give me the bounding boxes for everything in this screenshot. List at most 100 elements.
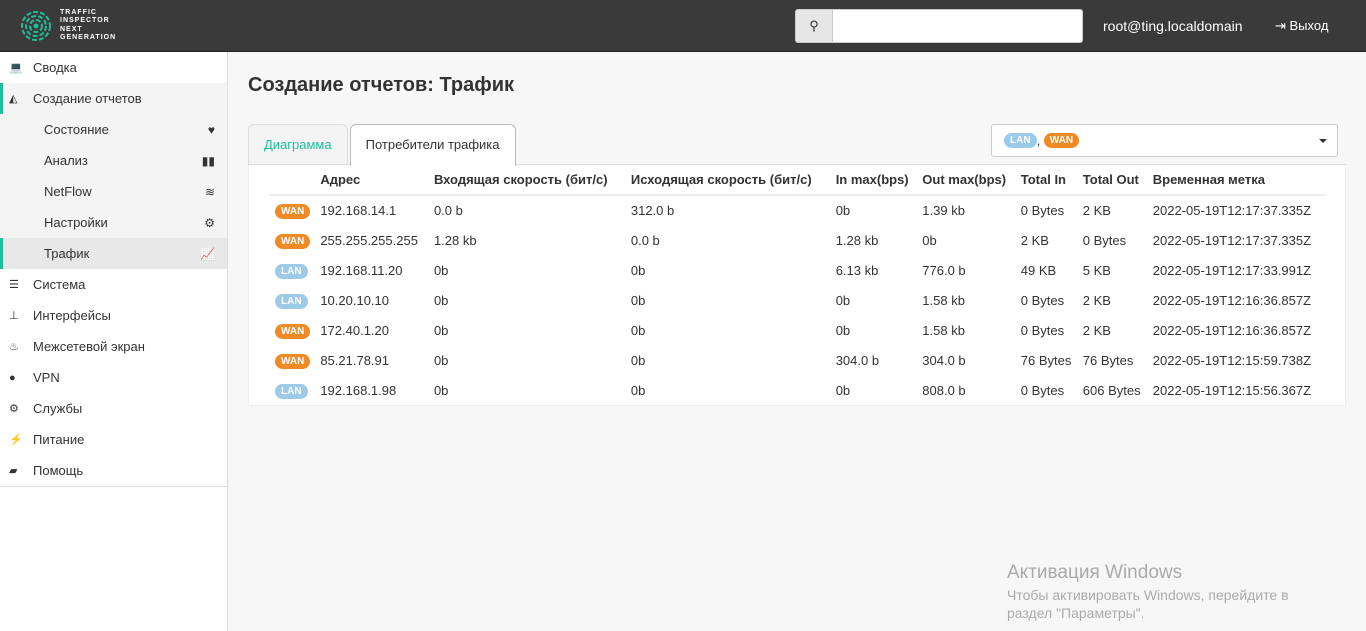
sidebar-item[interactable]: ☰ Система [0, 269, 227, 300]
table-cell: 0b [835, 322, 851, 338]
table-cell: 255.255.255.255 [320, 232, 418, 248]
logout-button[interactable]: ⇥ Выход [1275, 18, 1328, 34]
interface-filter-select[interactable]: LAN, WAN [991, 124, 1338, 157]
sidebar-item-label: Система [33, 277, 86, 292]
sign-out-icon: ⇥ [1275, 18, 1290, 33]
tab-traffic-consumers[interactable]: Потребители трафика [349, 124, 516, 166]
logo-text-line: INSPECTOR [60, 17, 110, 24]
heartbeat-icon: ♥ [207, 122, 215, 137]
interface-badge: WAN [275, 353, 311, 369]
table-cell: 304.0 b [922, 352, 966, 368]
windows-activation-watermark: Активация Windows Чтобы активировать Win… [1007, 562, 1289, 621]
table-cell: 192.168.1.98 [320, 382, 397, 398]
interface-badge: WAN [275, 323, 311, 339]
table-cell: 2022-05-19T12:15:59.738Z [1152, 352, 1312, 368]
sidebar-item[interactable]: Анализ ▮▮ [0, 145, 227, 176]
search-input[interactable] [833, 9, 1083, 43]
rss-icon: ≋ [204, 184, 215, 199]
table-cell: 2022-05-19T12:17:33.991Z [1152, 262, 1312, 278]
table-cell: 0 Bytes [1020, 292, 1065, 308]
tab-diagram[interactable]: Диаграмма [248, 124, 348, 164]
sidebar-item[interactable]: Состояние ♥ [0, 114, 227, 145]
table-cell: 0b [835, 382, 851, 398]
tabs: Диаграмма Потребители трафика LAN, WAN [248, 124, 1346, 166]
server-icon: ☰ [9, 279, 19, 291]
interface-cell: LAN [269, 375, 314, 405]
table-row: WAN 255.255.255.255 1.28 kb 0.0 b 1.28 kb 0b 2… [269, 225, 1327, 255]
search-form: ⚲ [795, 9, 1083, 43]
table-cell: 0b [835, 292, 851, 308]
main-content: Создание отчетов: Трафик Диаграмма Потре… [248, 52, 1346, 406]
table-cell: 85.21.78.91 [320, 352, 390, 368]
sidebar-item-label: Питание [33, 432, 85, 447]
table-row: LAN 192.168.1.98 0b 0b 0b 808.0 b 0 Bytes 606 B… [269, 375, 1327, 405]
table-cell: 0b [433, 352, 449, 368]
globe-icon: ● [9, 371, 16, 384]
sidebar-item[interactable]: 💻 Сводка [0, 52, 227, 83]
table-row: LAN 192.168.11.20 0b 0b 6.13 kb 776.0 b 49 KB 5… [269, 255, 1327, 285]
table-cell: 0b [433, 322, 449, 338]
logo[interactable]: TRAFFIC INSPECTOR NEXT GENERATION [20, 9, 116, 43]
table-cell: 76 Bytes [1020, 352, 1072, 368]
sidebar-item-label: Создание отчетов [33, 91, 142, 106]
table-row: WAN 172.40.1.20 0b 0b 0b 1.58 kb 0 Bytes 2 KB 20… [269, 315, 1327, 345]
watermark-title: Активация Windows [1007, 562, 1183, 583]
table-cell: 1.58 kb [922, 292, 965, 308]
table-cell: 49 KB [1020, 262, 1057, 278]
column-header[interactable]: Входящая скорость (бит/с) [427, 165, 625, 196]
column-header[interactable]: In max(bps) [829, 165, 917, 196]
table-cell: 0 Bytes [1020, 322, 1065, 338]
user-menu[interactable]: root@ting.localdomain [1103, 18, 1243, 34]
lan-tag[interactable]: LAN [1004, 133, 1037, 148]
table-cell: 10.20.10.10 [320, 292, 390, 308]
sidebar-item[interactable]: ⚙ Службы [0, 393, 227, 424]
table-cell: 1.39 kb [922, 203, 965, 218]
table-row: WAN 192.168.14.1 0.0 b 312.0 b 0b 1.39 kb 0 By… [269, 195, 1327, 225]
column-header[interactable]: Out max(bps) [916, 165, 1015, 196]
sidebar-item[interactable]: ▰ Помощь [0, 455, 227, 486]
table-cell: 2 KB [1082, 203, 1111, 218]
column-header[interactable]: Временная метка [1146, 165, 1327, 196]
table-cell: 1.28 kb [433, 232, 477, 248]
sidebar-item[interactable]: ♨ Межсетевой экран [0, 331, 227, 362]
logo-text-line: GENERATION [60, 34, 117, 41]
table-cell: 192.168.11.20 [320, 262, 403, 278]
table-cell: 0 Bytes [1082, 232, 1127, 248]
interface-badge: LAN [275, 263, 308, 279]
column-header[interactable]: Total Out [1076, 165, 1147, 196]
cogs-icon: ⚙ [9, 403, 19, 415]
sidebar-item-label: VPN [33, 370, 60, 385]
column-header[interactable] [269, 165, 315, 196]
interface-cell: WAN [269, 225, 314, 255]
sidebar-item[interactable]: Настройки ⚙ [0, 207, 227, 238]
cog-icon: ⚙ [204, 215, 215, 230]
table-cell: 0b [433, 262, 449, 278]
sidebar-item[interactable]: NetFlow ≋ [0, 176, 227, 207]
table-cell: 6.13 kb [835, 262, 879, 278]
top-navbar: TRAFFIC INSPECTOR NEXT GENERATION ⚲ root@ti… [0, 0, 1366, 52]
book-icon: ▰ [9, 465, 18, 477]
sidebar: 💻 Сводка ◭ Создание отчетов Состояние ♥ Анализ… [0, 52, 228, 631]
search-button[interactable]: ⚲ [795, 9, 833, 43]
interface-cell: LAN [269, 255, 314, 285]
sidebar-item[interactable]: ⚡ Питание [0, 424, 227, 455]
table-cell: 2022-05-19T12:17:37.335Z [1152, 232, 1312, 248]
table-cell: 5 KB [1082, 262, 1111, 278]
fire-icon: ♨ [9, 341, 19, 353]
interface-cell: WAN [269, 195, 314, 225]
sidebar-item[interactable]: ⊥ Интерфейсы [0, 300, 227, 331]
table-cell: 1.28 kb [835, 232, 879, 248]
wan-tag[interactable]: WAN [1043, 133, 1080, 148]
column-header[interactable]: Исходящая скорость (бит/с) [624, 165, 830, 196]
column-header[interactable]: Total In [1014, 165, 1077, 196]
column-header[interactable]: Адрес [314, 165, 428, 196]
interface-badge: WAN [275, 204, 311, 219]
sidebar-item[interactable]: ● VPN [0, 362, 227, 393]
table-cell: 0b [433, 292, 449, 308]
sidebar-item[interactable]: ◭ Создание отчетов [0, 83, 227, 114]
sidebar-item-label: Помощь [33, 463, 84, 478]
table-cell: 172.40.1.20 [320, 322, 390, 338]
logo-text-line: NEXT [60, 25, 83, 33]
table-cell: 2022-05-19T12:16:36.857Z [1152, 292, 1312, 308]
sidebar-item[interactable]: Трафик 📈 [0, 238, 227, 269]
